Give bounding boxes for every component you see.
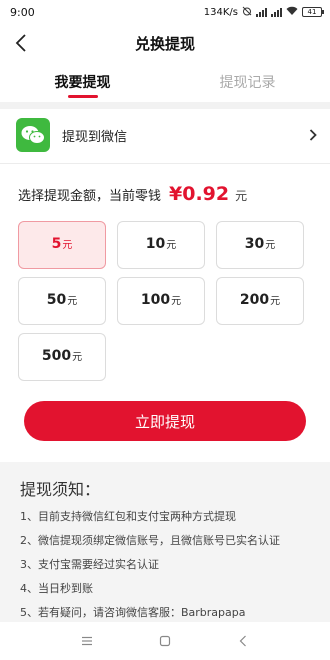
header: 兑换提现 bbox=[0, 24, 330, 62]
amount-option-10[interactable]: 10 元 bbox=[117, 221, 205, 269]
section-divider bbox=[0, 102, 330, 109]
notice-item: 3、支付宝需要经过实名认证 bbox=[20, 558, 159, 571]
divider bbox=[0, 163, 330, 164]
option-unit: 元 bbox=[171, 296, 182, 307]
menu-button[interactable] bbox=[77, 631, 97, 651]
amount-option-5[interactable]: 5元 bbox=[18, 221, 106, 269]
page-title: 兑换提现 bbox=[134, 34, 195, 53]
option-unit: 元 bbox=[270, 296, 281, 307]
notice-title: 提现须知： bbox=[20, 480, 101, 499]
option-amount: 30 bbox=[244, 236, 265, 252]
option-unit: 元 bbox=[67, 296, 78, 307]
tab-bar: 我要提现 提现记录 bbox=[0, 62, 330, 102]
back-nav-button[interactable] bbox=[233, 631, 253, 651]
wechat-icon bbox=[16, 118, 50, 152]
option-amount: 10 bbox=[145, 236, 166, 252]
withdraw-method-row[interactable]: 提现到微信 bbox=[0, 112, 330, 158]
signal-icon bbox=[256, 7, 267, 17]
wifi-icon bbox=[286, 6, 298, 19]
amount-option-50[interactable]: 50 元 bbox=[18, 277, 106, 325]
tab-withdraw[interactable]: 我要提现 bbox=[0, 62, 165, 102]
amount-option-200[interactable]: 200 元 bbox=[216, 277, 304, 325]
notice-item: 4、当日秒到账 bbox=[20, 582, 93, 595]
tab-active-indicator bbox=[67, 95, 98, 98]
withdraw-method-label: 提现到微信 bbox=[62, 129, 128, 145]
amount-option-100[interactable]: 100 元 bbox=[117, 277, 205, 325]
option-amount: 100 bbox=[140, 292, 171, 308]
home-button[interactable] bbox=[155, 631, 175, 651]
notice-item: 2、微信提现须绑定微信账号，且微信账号已实名认证 bbox=[20, 534, 280, 547]
option-unit: 元 bbox=[166, 240, 177, 251]
alarm-off-icon bbox=[242, 6, 252, 19]
balance-unit: 元 bbox=[235, 189, 248, 203]
balance-prompt: 选择提现金额，当前零钱 bbox=[18, 189, 162, 204]
network-speed: 134K/s bbox=[203, 6, 238, 18]
option-amount: 500 bbox=[41, 348, 72, 364]
option-unit: 元 bbox=[62, 240, 73, 251]
menu-icon bbox=[82, 636, 92, 646]
option-unit: 元 bbox=[265, 240, 276, 251]
balance-value: ¥0.92 bbox=[169, 183, 230, 205]
home-icon bbox=[159, 635, 171, 647]
back-icon bbox=[239, 635, 246, 647]
chevron-right-icon bbox=[306, 128, 320, 142]
chevron-left-icon bbox=[15, 34, 26, 52]
battery-icon: 41 bbox=[302, 7, 324, 17]
amount-option-grid: 5元 10 元 30 元 50 元 100 元 200 元 500 元 bbox=[18, 221, 304, 381]
option-unit: 元 bbox=[72, 352, 83, 363]
back-button[interactable] bbox=[8, 30, 34, 56]
option-amount: 200 bbox=[239, 292, 270, 308]
status-indicators: 134K/s 41 bbox=[203, 6, 324, 19]
status-time: 9:00 bbox=[10, 5, 35, 19]
tab-label: 提现记录 bbox=[219, 75, 276, 91]
notice-item: 1、目前支持微信红包和支付宝两种方式提现 bbox=[20, 510, 236, 523]
system-nav-bar bbox=[0, 622, 330, 660]
amount-option-500[interactable]: 500 元 bbox=[18, 333, 106, 381]
tab-label: 我要提现 bbox=[54, 75, 111, 91]
withdraw-notice: 提现须知： 1、目前支持微信红包和支付宝两种方式提现 2、微信提现须绑定微信账号… bbox=[0, 462, 330, 622]
option-amount: 5 bbox=[51, 236, 62, 252]
tab-withdraw-history[interactable]: 提现记录 bbox=[165, 62, 330, 102]
withdraw-now-button[interactable]: 立即提现 bbox=[24, 401, 306, 441]
balance-line: 选择提现金额，当前零钱 ¥0.92 元 bbox=[18, 183, 247, 211]
status-bar: 9:00 134K/s 41 bbox=[0, 0, 330, 24]
amount-option-30[interactable]: 30 元 bbox=[216, 221, 304, 269]
notice-item: 5、若有疑问，请咨询微信客服：Barbrapapa bbox=[20, 606, 246, 619]
option-amount: 50 bbox=[46, 292, 67, 308]
signal-icon bbox=[271, 7, 282, 17]
